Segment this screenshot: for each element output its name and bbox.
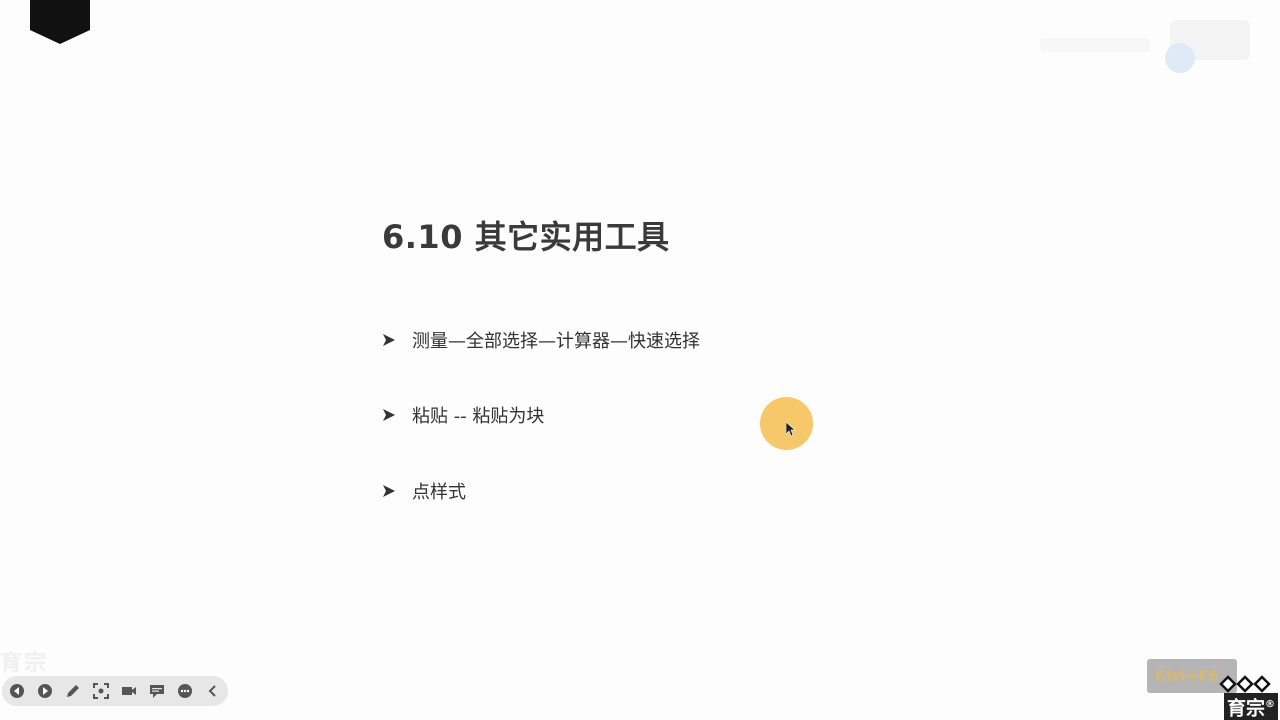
- bullet-text: 粘贴 -- 粘贴为块: [412, 406, 545, 427]
- camera-button[interactable]: [120, 682, 138, 700]
- prev-icon: [10, 684, 24, 698]
- mouse-pointer-icon: [786, 422, 796, 437]
- registered-mark: ®: [1265, 699, 1276, 710]
- bullet-text: 测量—全部选择—计算器—快速选择: [412, 331, 700, 352]
- brand-name: 育宗: [1227, 697, 1266, 720]
- bullet-item: 粘贴 -- 粘贴为块: [382, 402, 544, 428]
- presentation-toolbar: [2, 676, 228, 706]
- camera-icon: [122, 687, 136, 695]
- bullet-item: 测量—全部选择—计算器—快速选择: [382, 327, 700, 353]
- collapse-icon: [208, 685, 216, 697]
- corner-badge-icon: [30, 0, 90, 44]
- arrow-bullet-icon: [383, 409, 395, 421]
- bullet-text: 点样式: [412, 482, 466, 503]
- faint-logo: 育宗: [0, 651, 49, 676]
- more-icon: [178, 684, 192, 698]
- bullet-item: 点样式: [382, 478, 466, 504]
- arrow-bullet-icon: [383, 334, 395, 346]
- screenshot-icon: [93, 683, 109, 699]
- pen-icon: [67, 685, 79, 697]
- next-slide-button[interactable]: [36, 682, 54, 700]
- collapse-toolbar-button[interactable]: [204, 682, 222, 700]
- comment-button[interactable]: [148, 682, 166, 700]
- pen-tool-button[interactable]: [64, 682, 82, 700]
- prev-slide-button[interactable]: [8, 682, 26, 700]
- brand-logo: 育宗®: [1224, 693, 1279, 720]
- screenshot-button[interactable]: [92, 682, 110, 700]
- more-options-button[interactable]: [176, 682, 194, 700]
- arrow-bullet-icon: [383, 485, 395, 497]
- slide-title: 6.10 其它实用工具: [382, 218, 670, 256]
- next-icon: [38, 684, 52, 698]
- watermark-logo-icon: [1040, 20, 1250, 73]
- comment-icon: [150, 685, 164, 698]
